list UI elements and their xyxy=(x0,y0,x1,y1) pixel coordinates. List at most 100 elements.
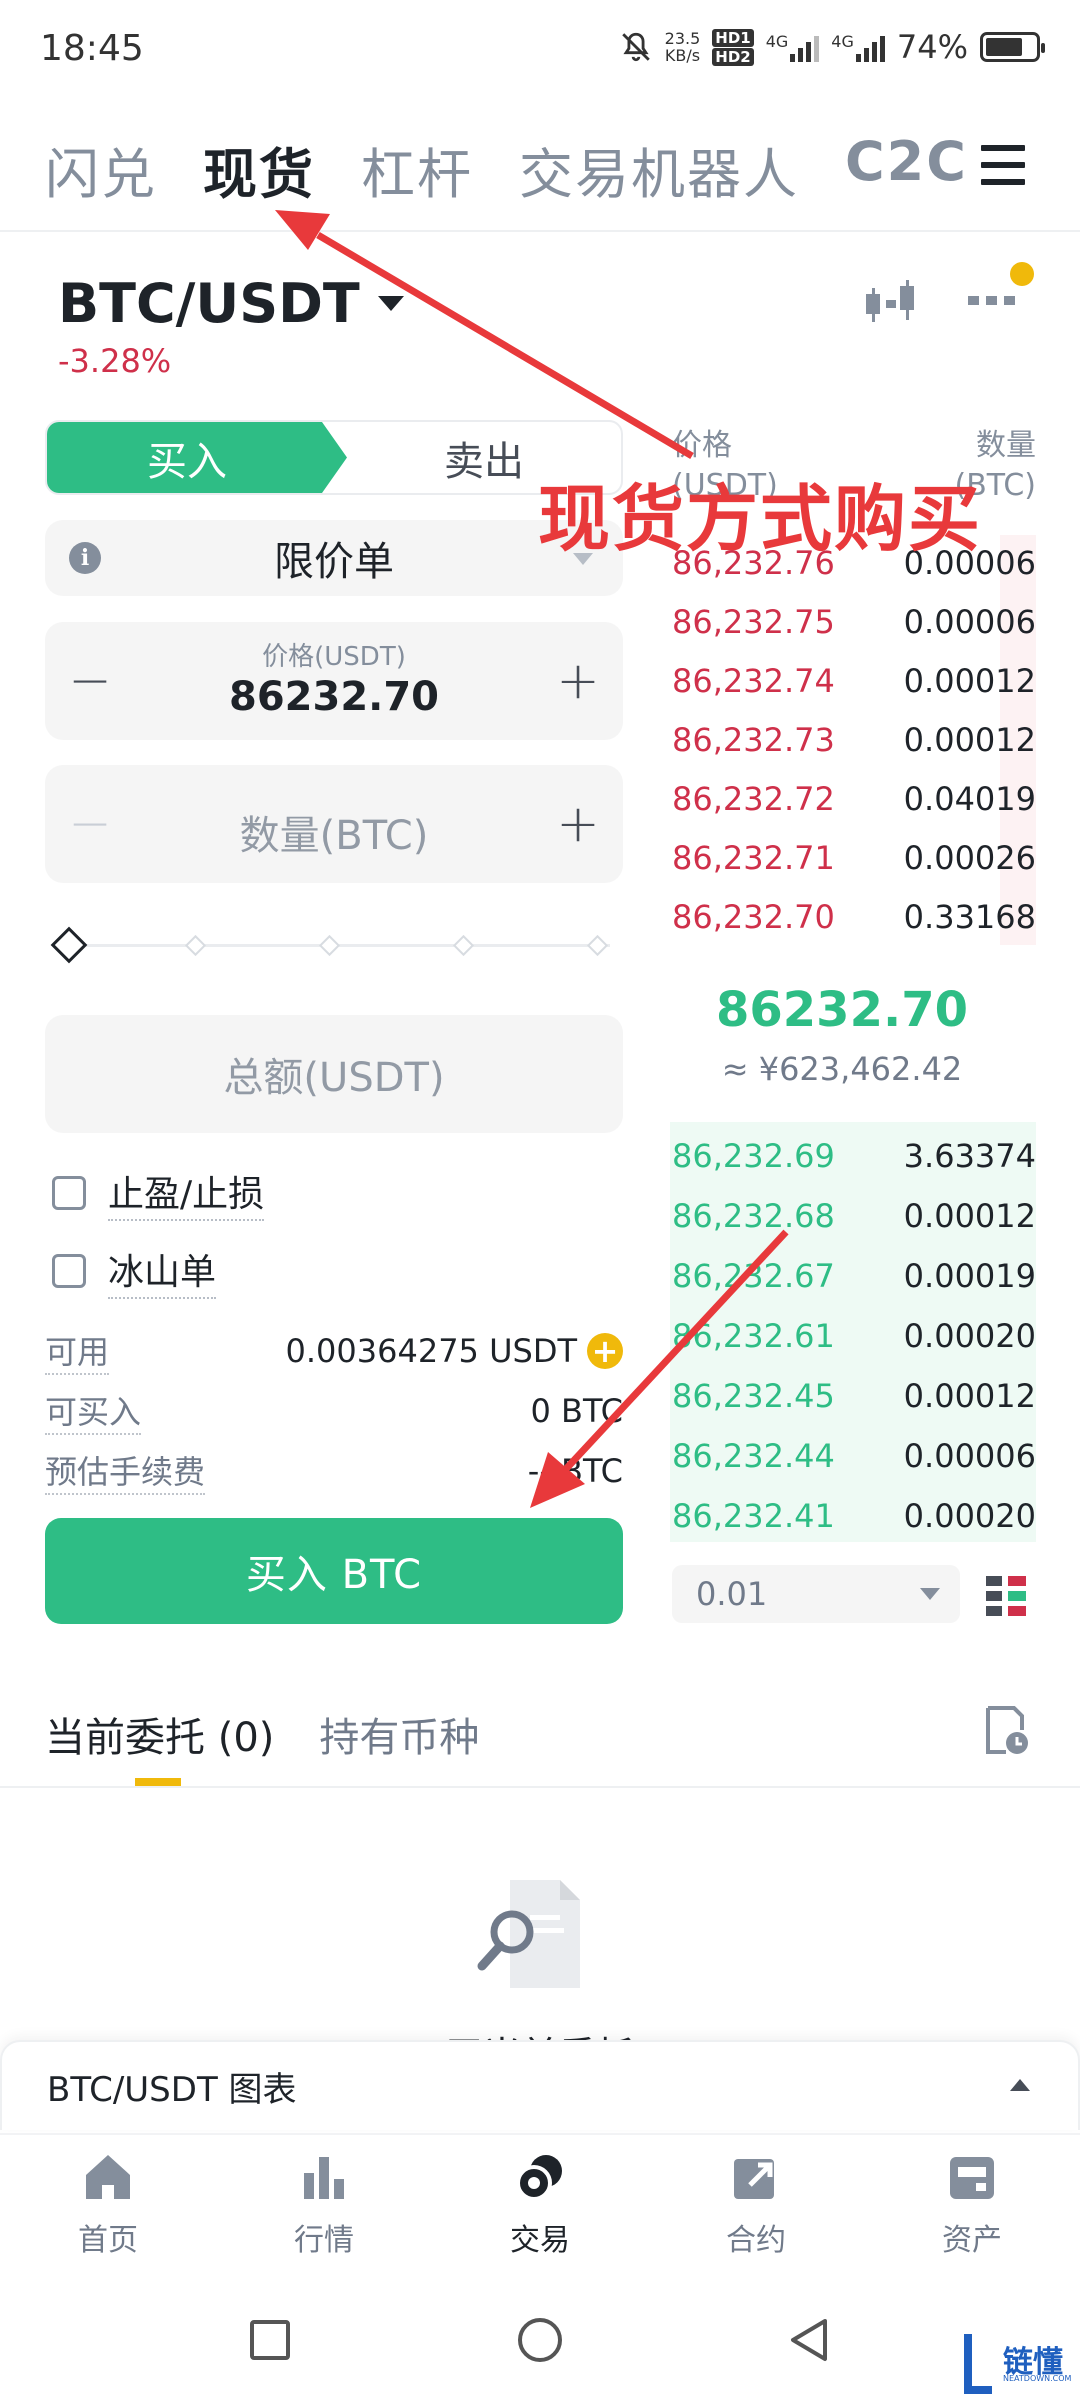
slider-tick-75[interactable] xyxy=(452,934,475,957)
bid-quantity: 0.00020 xyxy=(903,1317,1036,1355)
slider-tick-100[interactable] xyxy=(586,934,609,957)
hamburger-menu-icon[interactable] xyxy=(981,145,1025,185)
nav-home-label: 首页 xyxy=(78,2223,138,2258)
ask-row[interactable]: 86,232.73 0.00012 xyxy=(672,710,1036,770)
buy-btc-button[interactable]: 买入 BTC xyxy=(45,1518,623,1624)
pair-selector[interactable]: BTC/USDT xyxy=(58,272,404,335)
order-type-select[interactable]: i 限价单 xyxy=(45,520,623,596)
tab-c2c[interactable]: C2C xyxy=(845,130,968,209)
ask-quantity: 0.00012 xyxy=(903,662,1036,700)
bid-price: 86,232.45 xyxy=(672,1377,835,1415)
bid-quantity: 0.00012 xyxy=(903,1377,1036,1415)
fee-label: 预估手续费 xyxy=(45,1447,206,1495)
bid-price: 86,232.68 xyxy=(672,1197,835,1235)
iceberg-option[interactable]: 冰山单 xyxy=(52,1243,217,1299)
precision-select[interactable]: 0.01 xyxy=(672,1565,960,1623)
price-input[interactable]: − 价格(USDT) 86232.70 + xyxy=(45,622,623,740)
last-price-fiat: ≈ ¥623,462.42 xyxy=(721,1050,963,1088)
back-button[interactable] xyxy=(785,2315,835,2365)
bid-row[interactable]: 86,232.69 3.63374 xyxy=(672,1126,1036,1186)
bottom-nav: 首页 行情 交易 合约 资产 xyxy=(0,2133,1080,2273)
more-icon[interactable] xyxy=(968,296,1015,305)
home-button[interactable] xyxy=(518,2318,562,2362)
orders-tabs: 当前委托 (0) 持有币种 xyxy=(45,1705,479,1763)
bid-row[interactable]: 86,232.67 0.00019 xyxy=(672,1246,1036,1306)
bid-price: 86,232.44 xyxy=(672,1437,835,1475)
nav-assets[interactable]: 资产 xyxy=(864,2135,1080,2273)
ask-row[interactable]: 86,232.70 0.33168 xyxy=(672,887,1036,947)
bid-quantity: 0.00019 xyxy=(903,1257,1036,1295)
chevron-down-icon xyxy=(377,296,404,311)
chart-panel-toggle[interactable]: BTC/USDT 图表 xyxy=(0,2040,1080,2130)
deposit-plus-icon[interactable]: + xyxy=(587,1333,623,1369)
iceberg-checkbox[interactable] xyxy=(52,1254,86,1288)
slider-tick-50[interactable] xyxy=(318,934,341,957)
buy-tab[interactable]: 买入 xyxy=(47,422,347,493)
home-icon xyxy=(86,2155,130,2199)
buyable-row: 可买入 0 BTC xyxy=(45,1387,623,1435)
slider-knob[interactable] xyxy=(50,926,88,964)
buyable-label: 可买入 xyxy=(45,1387,142,1435)
tab-spot[interactable]: 现货 xyxy=(203,130,315,209)
ask-price: 86,232.73 xyxy=(672,721,835,759)
bid-quantity: 0.00020 xyxy=(903,1497,1036,1535)
header-divider xyxy=(0,230,1080,232)
nav-home[interactable]: 首页 xyxy=(0,2135,216,2273)
status-icons: 23.5 KB/s HD1 HD2 4G 4G 74% xyxy=(619,28,1045,66)
precision-value: 0.01 xyxy=(696,1575,768,1613)
info-icon[interactable]: i xyxy=(69,542,101,574)
ask-row[interactable]: 86,232.75 0.00006 xyxy=(672,592,1036,652)
tab-holdings[interactable]: 持有币种 xyxy=(319,1705,479,1763)
notification-dot xyxy=(1010,262,1034,286)
ask-quantity: 0.00012 xyxy=(903,721,1036,759)
amount-slider[interactable] xyxy=(50,925,610,965)
bid-row[interactable]: 86,232.41 0.00020 xyxy=(672,1486,1036,1546)
chevron-up-icon xyxy=(1010,2079,1030,2091)
annotation-label: 现货方式购买 xyxy=(538,477,983,561)
price-increment-button[interactable]: + xyxy=(533,622,623,740)
ask-price: 86,232.74 xyxy=(672,662,835,700)
last-price: 86232.70 xyxy=(715,982,969,1038)
bid-price: 86,232.67 xyxy=(672,1257,835,1295)
tab-open-orders[interactable]: 当前委托 (0) xyxy=(45,1705,274,1763)
tab-convert[interactable]: 闪兑 xyxy=(45,130,157,209)
bid-row[interactable]: 86,232.44 0.00006 xyxy=(672,1426,1036,1486)
hd-badge: HD1 HD2 xyxy=(712,28,754,66)
order-type-label: 限价单 xyxy=(274,539,394,585)
futures-icon xyxy=(734,2159,774,2199)
ask-row[interactable]: 86,232.72 0.04019 xyxy=(672,769,1036,829)
slider-tick-25[interactable] xyxy=(184,934,207,957)
order-history-icon[interactable] xyxy=(984,1706,1030,1756)
available-value: 0.00364275 USDT xyxy=(285,1332,578,1370)
nav-markets-label: 行情 xyxy=(294,2223,354,2258)
quantity-increment-button[interactable]: + xyxy=(533,765,623,883)
ask-quantity: 0.00026 xyxy=(903,839,1036,877)
tp-sl-checkbox[interactable] xyxy=(52,1176,86,1210)
nav-trade[interactable]: 交易 xyxy=(432,2135,648,2273)
status-time: 18:45 xyxy=(40,28,144,69)
tab-margin[interactable]: 杠杆 xyxy=(361,130,473,209)
nav-markets[interactable]: 行情 xyxy=(216,2135,432,2273)
total-input[interactable]: 总额(USDT) xyxy=(45,1015,623,1133)
ask-row[interactable]: 86,232.71 0.00026 xyxy=(672,828,1036,888)
order-book-layout-icon[interactable] xyxy=(986,1576,1026,1616)
bid-price: 86,232.69 xyxy=(672,1137,835,1175)
quantity-input[interactable]: − 数量(BTC) + xyxy=(45,765,623,883)
ask-row[interactable]: 86,232.74 0.00012 xyxy=(672,651,1036,711)
total-placeholder: 总额(USDT) xyxy=(223,1055,445,1101)
active-tab-underline xyxy=(135,1778,181,1786)
candlestick-chart-icon[interactable] xyxy=(862,280,918,328)
signal-icon-1: 4G xyxy=(766,32,820,62)
chevron-down-icon xyxy=(920,1588,940,1600)
ask-quantity: 0.00006 xyxy=(903,603,1036,641)
nav-futures[interactable]: 合约 xyxy=(648,2135,864,2273)
tab-trading-bots[interactable]: 交易机器人 xyxy=(519,130,799,209)
watermark-subtext: NEATDOWN.COM xyxy=(1003,2374,1072,2383)
tp-sl-option[interactable]: 止盈/止损 xyxy=(52,1165,265,1221)
recent-apps-button[interactable] xyxy=(250,2320,290,2360)
bid-row[interactable]: 86,232.68 0.00012 xyxy=(672,1186,1036,1246)
bid-row[interactable]: 86,232.61 0.00020 xyxy=(672,1306,1036,1366)
signal-icon-2: 4G xyxy=(831,32,885,62)
bid-row[interactable]: 86,232.45 0.00012 xyxy=(672,1366,1036,1426)
ask-quantity: 0.04019 xyxy=(903,780,1036,818)
